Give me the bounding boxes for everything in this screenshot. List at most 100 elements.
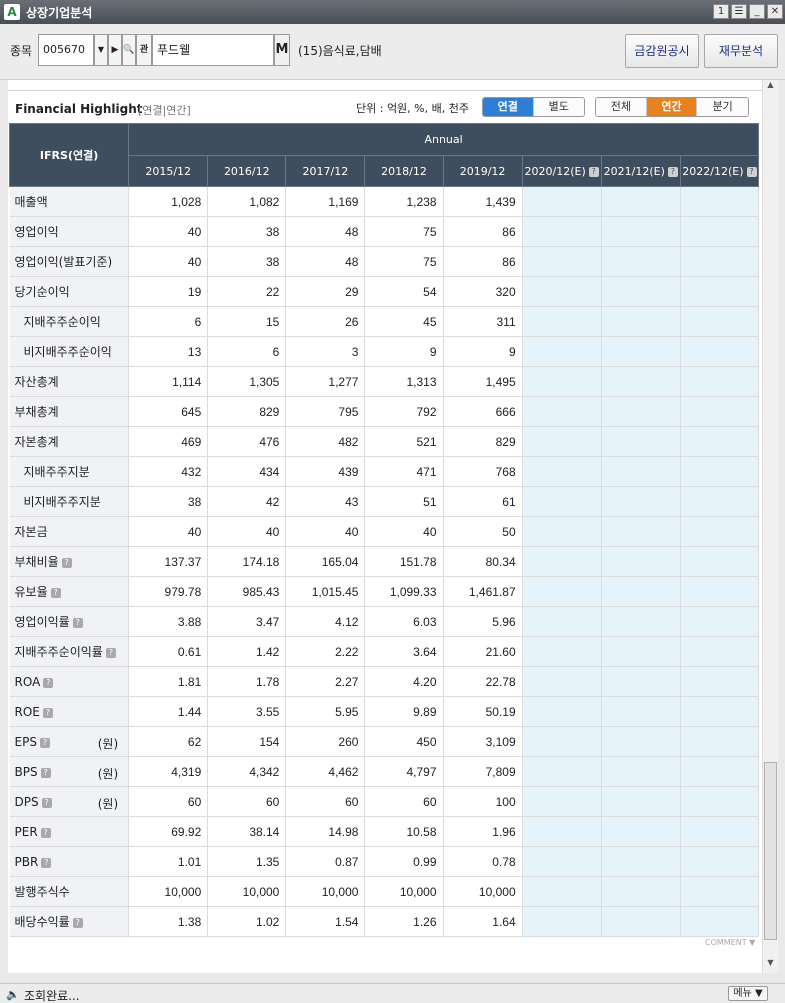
tab-all[interactable]: 전체 [596, 98, 647, 116]
stock-name-input[interactable]: 푸드웰 [152, 34, 274, 66]
row-label: 유보율? [9, 576, 130, 607]
estimate-cell [601, 876, 681, 907]
column-header: 2017/12 [285, 155, 366, 187]
chart-icon[interactable]: 관 [136, 34, 152, 66]
table-cell: 7,809 [443, 756, 523, 787]
table-cell: 54 [364, 276, 444, 307]
table-row: 매출액 1,028 1,082 1,169 1,238 1,439 [9, 186, 760, 217]
vertical-scrollbar[interactable]: ▲ ▼ [762, 80, 778, 973]
estimate-cell [680, 276, 760, 307]
play-icon[interactable]: ▶ [108, 34, 122, 66]
help-icon[interactable]: ? [42, 707, 53, 718]
table-row: BPS? (원) 4,319 4,342 4,462 4,797 7,809 [9, 756, 760, 787]
tab-consolidated[interactable]: 연결 [483, 98, 534, 116]
row-label-text: 배당수익률 [14, 915, 70, 929]
table-cell: 40 [285, 516, 366, 547]
row-label: ROA? [9, 666, 130, 697]
table-cell: 1.38 [128, 906, 209, 937]
help-icon[interactable]: ? [667, 166, 678, 177]
estimate-cell [680, 876, 760, 907]
table-cell: 311 [443, 306, 523, 337]
table-cell: 4,797 [364, 756, 444, 787]
minimize-icon[interactable]: _ [749, 4, 765, 19]
estimate-cell [680, 306, 760, 337]
stock-code-input[interactable]: 005670 [38, 34, 94, 66]
estimate-cell [680, 846, 760, 877]
table-cell: 40 [128, 516, 209, 547]
table-cell: 4.12 [285, 606, 366, 637]
tab-quarterly[interactable]: 분기 [697, 98, 748, 116]
row-label: 자본총계 [9, 426, 130, 457]
close-icon[interactable]: ✕ [767, 4, 783, 19]
table-cell: 60 [285, 786, 366, 817]
estimate-cell [680, 216, 760, 247]
row-label-text: EPS [14, 734, 37, 749]
table-row: 비지배주주지분 38 42 43 51 61 [9, 486, 760, 517]
table-cell: 100 [443, 786, 523, 817]
table-cell: 86 [443, 216, 523, 247]
table-cell: 2.22 [285, 636, 366, 667]
table-cell: 0.87 [285, 846, 366, 877]
help-icon[interactable]: ? [40, 827, 51, 838]
help-icon[interactable]: ? [41, 857, 52, 868]
help-icon[interactable]: ? [50, 588, 61, 598]
estimate-cell [601, 516, 681, 547]
estimate-cell [522, 576, 602, 607]
table-cell: 60 [364, 786, 444, 817]
menu-button[interactable]: 메뉴 ▼ [728, 986, 768, 1001]
help-icon[interactable]: ? [105, 648, 116, 658]
table-cell: 1,238 [364, 186, 444, 217]
financial-analysis-button[interactable]: 재무분석 [704, 34, 778, 68]
m-button[interactable]: M [274, 34, 290, 66]
help-icon[interactable]: ? [40, 767, 51, 778]
table-cell: 75 [364, 216, 444, 247]
disclosure-button[interactable]: 금감원공시 [625, 34, 699, 68]
table-cell: 0.61 [128, 636, 209, 667]
help-icon[interactable]: ? [43, 677, 54, 688]
speaker-icon[interactable]: 🔈 [6, 988, 20, 1001]
table-cell: 137.37 [128, 546, 209, 577]
estimate-cell [680, 576, 760, 607]
column-header: 2016/12 [207, 155, 287, 187]
table-cell: 26 [285, 306, 366, 337]
table-row: EPS? (원) 62 154 260 450 3,109 [9, 726, 760, 757]
help-icon[interactable]: ? [39, 737, 50, 748]
table-cell: 829 [443, 426, 523, 457]
help-icon[interactable]: ? [746, 166, 757, 177]
table-row: 자본총계 469 476 482 521 829 [9, 426, 760, 457]
estimate-cell [522, 636, 602, 667]
help-icon[interactable]: ? [41, 797, 52, 808]
row-label-text: 영업이익률 [14, 615, 70, 629]
help-icon[interactable]: ? [588, 166, 599, 177]
estimate-cell [601, 606, 681, 637]
column-header-label: 2022/12(E) [682, 164, 744, 178]
row-label: ROE? [9, 696, 130, 727]
table-cell: 320 [443, 276, 523, 307]
table-cell: 62 [128, 726, 209, 757]
tab-separate[interactable]: 별도 [533, 98, 584, 116]
table-row: 발행주식수 10,000 10,000 10,000 10,000 10,000 [9, 876, 760, 907]
help-icon[interactable]: ? [61, 558, 72, 568]
comment-toggle[interactable]: COMMENT ▼ [705, 938, 755, 947]
scroll-up-icon[interactable]: ▲ [763, 80, 778, 94]
table-cell: 792 [364, 396, 444, 427]
table-cell: 60 [207, 786, 287, 817]
search-icon[interactable]: 🔍 [122, 34, 136, 66]
help-icon[interactable]: ? [72, 618, 83, 628]
window-menu-icon[interactable]: ☰ [731, 4, 747, 19]
table-cell: 75 [364, 246, 444, 277]
help-icon[interactable]: ? [72, 918, 83, 928]
table-cell: 4,342 [207, 756, 287, 787]
table-cell: 1.26 [364, 906, 444, 937]
scroll-down-icon[interactable]: ▼ [763, 958, 778, 972]
scrollbar-thumb[interactable] [764, 762, 777, 940]
table-cell: 174.18 [207, 546, 287, 577]
window-number-button[interactable]: 1 [713, 4, 729, 19]
table-cell: 469 [128, 426, 209, 457]
tab-annual[interactable]: 연간 [646, 98, 698, 116]
estimate-cell [680, 186, 760, 217]
table-row: ROA? 1.81 1.78 2.27 4.20 22.78 [9, 666, 760, 697]
chevron-down-icon[interactable]: ▼ [94, 34, 108, 66]
table-cell: 1.54 [285, 906, 366, 937]
content-panel: Financial Highlight [연결|연간] 단위 : 억원, %, … [8, 80, 762, 973]
